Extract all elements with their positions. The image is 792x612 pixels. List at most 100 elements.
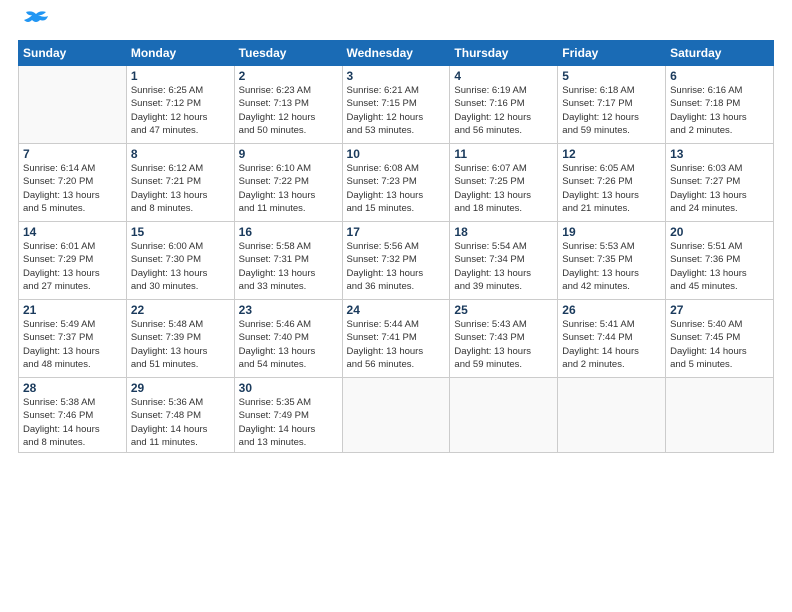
calendar-cell: 3Sunrise: 6:21 AMSunset: 7:15 PMDaylight… xyxy=(342,66,450,144)
day-number: 11 xyxy=(454,147,553,161)
day-number: 24 xyxy=(347,303,446,317)
day-info: Sunrise: 5:43 AMSunset: 7:43 PMDaylight:… xyxy=(454,318,553,371)
weekday-header-tuesday: Tuesday xyxy=(234,41,342,66)
day-info: Sunrise: 5:46 AMSunset: 7:40 PMDaylight:… xyxy=(239,318,338,371)
day-info: Sunrise: 6:03 AMSunset: 7:27 PMDaylight:… xyxy=(670,162,769,215)
day-info: Sunrise: 5:48 AMSunset: 7:39 PMDaylight:… xyxy=(131,318,230,371)
day-number: 25 xyxy=(454,303,553,317)
day-number: 13 xyxy=(670,147,769,161)
calendar-cell: 17Sunrise: 5:56 AMSunset: 7:32 PMDayligh… xyxy=(342,222,450,300)
calendar-week-row: 7Sunrise: 6:14 AMSunset: 7:20 PMDaylight… xyxy=(19,144,774,222)
day-number: 30 xyxy=(239,381,338,395)
day-info: Sunrise: 5:49 AMSunset: 7:37 PMDaylight:… xyxy=(23,318,122,371)
day-number: 22 xyxy=(131,303,230,317)
day-info: Sunrise: 6:25 AMSunset: 7:12 PMDaylight:… xyxy=(131,84,230,137)
day-number: 9 xyxy=(239,147,338,161)
day-number: 3 xyxy=(347,69,446,83)
day-info: Sunrise: 5:41 AMSunset: 7:44 PMDaylight:… xyxy=(562,318,661,371)
calendar-week-row: 28Sunrise: 5:38 AMSunset: 7:46 PMDayligh… xyxy=(19,378,774,453)
day-number: 23 xyxy=(239,303,338,317)
day-number: 2 xyxy=(239,69,338,83)
calendar-cell: 5Sunrise: 6:18 AMSunset: 7:17 PMDaylight… xyxy=(558,66,666,144)
calendar-cell: 15Sunrise: 6:00 AMSunset: 7:30 PMDayligh… xyxy=(126,222,234,300)
calendar-cell: 8Sunrise: 6:12 AMSunset: 7:21 PMDaylight… xyxy=(126,144,234,222)
day-number: 20 xyxy=(670,225,769,239)
logo-bird-icon xyxy=(22,10,50,30)
day-info: Sunrise: 5:58 AMSunset: 7:31 PMDaylight:… xyxy=(239,240,338,293)
day-info: Sunrise: 6:07 AMSunset: 7:25 PMDaylight:… xyxy=(454,162,553,215)
day-number: 4 xyxy=(454,69,553,83)
day-number: 14 xyxy=(23,225,122,239)
calendar-cell: 14Sunrise: 6:01 AMSunset: 7:29 PMDayligh… xyxy=(19,222,127,300)
day-number: 8 xyxy=(131,147,230,161)
calendar-cell: 12Sunrise: 6:05 AMSunset: 7:26 PMDayligh… xyxy=(558,144,666,222)
day-info: Sunrise: 5:56 AMSunset: 7:32 PMDaylight:… xyxy=(347,240,446,293)
calendar-week-row: 21Sunrise: 5:49 AMSunset: 7:37 PMDayligh… xyxy=(19,300,774,378)
calendar-cell xyxy=(558,378,666,453)
day-info: Sunrise: 6:10 AMSunset: 7:22 PMDaylight:… xyxy=(239,162,338,215)
page: SundayMondayTuesdayWednesdayThursdayFrid… xyxy=(0,0,792,612)
calendar-cell: 2Sunrise: 6:23 AMSunset: 7:13 PMDaylight… xyxy=(234,66,342,144)
day-info: Sunrise: 6:01 AMSunset: 7:29 PMDaylight:… xyxy=(23,240,122,293)
day-info: Sunrise: 6:08 AMSunset: 7:23 PMDaylight:… xyxy=(347,162,446,215)
calendar-week-row: 14Sunrise: 6:01 AMSunset: 7:29 PMDayligh… xyxy=(19,222,774,300)
calendar-cell: 6Sunrise: 6:16 AMSunset: 7:18 PMDaylight… xyxy=(666,66,774,144)
calendar-cell: 28Sunrise: 5:38 AMSunset: 7:46 PMDayligh… xyxy=(19,378,127,453)
day-info: Sunrise: 6:19 AMSunset: 7:16 PMDaylight:… xyxy=(454,84,553,137)
day-info: Sunrise: 5:54 AMSunset: 7:34 PMDaylight:… xyxy=(454,240,553,293)
calendar-cell: 22Sunrise: 5:48 AMSunset: 7:39 PMDayligh… xyxy=(126,300,234,378)
calendar-cell: 26Sunrise: 5:41 AMSunset: 7:44 PMDayligh… xyxy=(558,300,666,378)
day-number: 12 xyxy=(562,147,661,161)
calendar-cell: 11Sunrise: 6:07 AMSunset: 7:25 PMDayligh… xyxy=(450,144,558,222)
day-info: Sunrise: 6:21 AMSunset: 7:15 PMDaylight:… xyxy=(347,84,446,137)
day-number: 7 xyxy=(23,147,122,161)
day-number: 6 xyxy=(670,69,769,83)
day-info: Sunrise: 6:18 AMSunset: 7:17 PMDaylight:… xyxy=(562,84,661,137)
day-info: Sunrise: 5:51 AMSunset: 7:36 PMDaylight:… xyxy=(670,240,769,293)
calendar-table: SundayMondayTuesdayWednesdayThursdayFrid… xyxy=(18,40,774,453)
calendar-cell: 7Sunrise: 6:14 AMSunset: 7:20 PMDaylight… xyxy=(19,144,127,222)
header xyxy=(18,18,774,30)
calendar-cell: 13Sunrise: 6:03 AMSunset: 7:27 PMDayligh… xyxy=(666,144,774,222)
calendar-cell xyxy=(342,378,450,453)
weekday-header-friday: Friday xyxy=(558,41,666,66)
calendar-week-row: 1Sunrise: 6:25 AMSunset: 7:12 PMDaylight… xyxy=(19,66,774,144)
day-number: 21 xyxy=(23,303,122,317)
calendar-cell: 10Sunrise: 6:08 AMSunset: 7:23 PMDayligh… xyxy=(342,144,450,222)
calendar-cell: 29Sunrise: 5:36 AMSunset: 7:48 PMDayligh… xyxy=(126,378,234,453)
logo xyxy=(18,18,50,30)
calendar-cell: 30Sunrise: 5:35 AMSunset: 7:49 PMDayligh… xyxy=(234,378,342,453)
day-info: Sunrise: 6:00 AMSunset: 7:30 PMDaylight:… xyxy=(131,240,230,293)
day-info: Sunrise: 5:38 AMSunset: 7:46 PMDaylight:… xyxy=(23,396,122,449)
calendar-cell: 16Sunrise: 5:58 AMSunset: 7:31 PMDayligh… xyxy=(234,222,342,300)
weekday-header-wednesday: Wednesday xyxy=(342,41,450,66)
day-info: Sunrise: 5:53 AMSunset: 7:35 PMDaylight:… xyxy=(562,240,661,293)
calendar-cell: 4Sunrise: 6:19 AMSunset: 7:16 PMDaylight… xyxy=(450,66,558,144)
day-number: 27 xyxy=(670,303,769,317)
day-info: Sunrise: 6:14 AMSunset: 7:20 PMDaylight:… xyxy=(23,162,122,215)
day-number: 29 xyxy=(131,381,230,395)
calendar-cell: 27Sunrise: 5:40 AMSunset: 7:45 PMDayligh… xyxy=(666,300,774,378)
day-info: Sunrise: 6:23 AMSunset: 7:13 PMDaylight:… xyxy=(239,84,338,137)
day-number: 18 xyxy=(454,225,553,239)
calendar-cell: 19Sunrise: 5:53 AMSunset: 7:35 PMDayligh… xyxy=(558,222,666,300)
day-info: Sunrise: 6:16 AMSunset: 7:18 PMDaylight:… xyxy=(670,84,769,137)
calendar-cell: 1Sunrise: 6:25 AMSunset: 7:12 PMDaylight… xyxy=(126,66,234,144)
calendar-cell xyxy=(666,378,774,453)
day-number: 10 xyxy=(347,147,446,161)
weekday-header-saturday: Saturday xyxy=(666,41,774,66)
day-info: Sunrise: 5:44 AMSunset: 7:41 PMDaylight:… xyxy=(347,318,446,371)
weekday-header-sunday: Sunday xyxy=(19,41,127,66)
day-number: 17 xyxy=(347,225,446,239)
calendar-cell: 21Sunrise: 5:49 AMSunset: 7:37 PMDayligh… xyxy=(19,300,127,378)
day-number: 28 xyxy=(23,381,122,395)
calendar-cell: 23Sunrise: 5:46 AMSunset: 7:40 PMDayligh… xyxy=(234,300,342,378)
calendar-cell: 9Sunrise: 6:10 AMSunset: 7:22 PMDaylight… xyxy=(234,144,342,222)
day-info: Sunrise: 5:35 AMSunset: 7:49 PMDaylight:… xyxy=(239,396,338,449)
day-number: 26 xyxy=(562,303,661,317)
calendar-cell: 18Sunrise: 5:54 AMSunset: 7:34 PMDayligh… xyxy=(450,222,558,300)
weekday-header-monday: Monday xyxy=(126,41,234,66)
day-number: 5 xyxy=(562,69,661,83)
calendar-cell xyxy=(19,66,127,144)
weekday-header-thursday: Thursday xyxy=(450,41,558,66)
